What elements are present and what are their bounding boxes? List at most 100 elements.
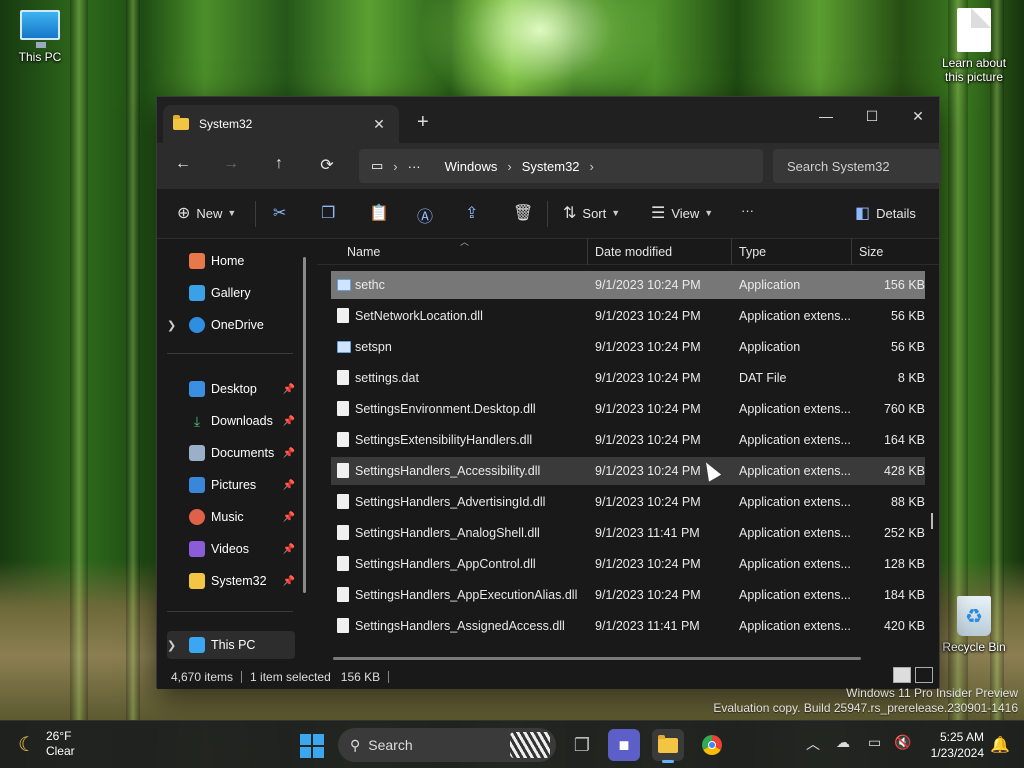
file-row[interactable]: SetNetworkLocation.dll 9/1/2023 10:24 PM A… [331,302,925,330]
sidebar-scrollbar[interactable] [303,257,306,593]
chevron-right-icon[interactable]: ❯ [167,319,183,332]
back-button[interactable]: ← [171,155,195,173]
breadcrumb[interactable]: ▭ › ··· Windows › System32 › [359,149,763,183]
sidebar-item-music[interactable]: Music 📌 [167,503,295,531]
search-highlight-image [510,732,550,758]
column-divider[interactable] [587,239,588,265]
sidebar-item-this-pc[interactable]: ❯ This PC [167,631,295,659]
file-row[interactable]: SettingsHandlers_AppControl.dll 9/1/2023 … [331,550,925,578]
file-row[interactable]: SettingsExtensibilityHandlers.dll 9/1/202… [331,426,925,454]
network-icon[interactable]: ▭ [868,734,881,751]
forward-button[interactable]: → [219,155,243,173]
up-button[interactable]: ↑ [267,155,291,173]
sidebar-divider [167,611,293,612]
breadcrumb-system32[interactable]: System32 [522,159,580,174]
view-button[interactable]: ☰ View ▼ [651,203,713,223]
sidebar-item-downloads[interactable]: ⤓ Downloads 📌 [167,407,295,435]
file-size: 420 KB [883,619,925,633]
volume-muted-icon[interactable]: 🔇 [894,734,911,751]
desktop-icon-learn-picture[interactable]: Learn about this picture [934,8,1014,84]
tab-close-icon[interactable]: ✕ [369,116,389,133]
chevron-down-icon: ▼ [611,208,621,218]
new-tab-button[interactable]: + [417,111,429,134]
file-row[interactable]: SettingsHandlers_AppExecutionAlias.dll 9/… [331,581,925,609]
maximize-button[interactable]: ☐ [849,101,895,131]
teams-icon[interactable]: ■ [608,729,640,761]
dll-file-icon [337,556,349,571]
chevron-right-icon: › [393,158,398,174]
file-explorer-taskbar-icon[interactable] [652,729,684,763]
sidebar-item-system32[interactable]: System32 📌 [167,567,295,595]
file-row[interactable]: settings.dat 9/1/2023 10:24 PM DAT File 8 K… [331,364,925,392]
sidebar-item-gallery[interactable]: Gallery [167,279,295,307]
sidebar-item-pictures[interactable]: Pictures 📌 [167,471,295,499]
refresh-button[interactable]: ⟳ [315,155,339,175]
file-row[interactable]: SettingsHandlers_AssignedAccess.dll 9/1/2… [331,612,925,640]
search-input[interactable]: Search System32 [773,149,941,183]
file-row[interactable]: sethc 9/1/2023 10:24 PM Application 156 KB [331,271,925,299]
taskbar-search[interactable]: ⚲ Search [338,728,556,762]
this-pc-icon [189,637,205,653]
details-view-button[interactable] [893,667,911,683]
show-hidden-icons-chevron-up-icon[interactable]: ︿ [806,734,820,754]
chevron-right-icon: › [507,158,512,174]
new-button[interactable]: ⊕ New ▼ [177,203,236,223]
start-button[interactable] [300,734,324,758]
computer-icon[interactable]: ▭ [371,158,383,174]
file-type: Application extens... [739,495,851,509]
clock[interactable]: 5:25 AM 1/23/2024 [931,729,984,761]
column-type[interactable]: Type [739,245,766,259]
copy-button[interactable]: ❐ [321,203,341,223]
file-row[interactable]: SettingsHandlers_Accessibility.dll 9/1/20… [331,457,925,485]
horizontal-scrollbar[interactable] [333,657,861,660]
column-name[interactable]: Name [347,245,380,259]
rename-button[interactable]: Ⓐ [417,203,439,227]
cloud-offline-icon[interactable]: ☁ [836,734,850,751]
file-date: 9/1/2023 10:24 PM [595,278,701,292]
sidebar-item-home[interactable]: Home [167,247,295,275]
column-divider[interactable] [851,239,852,265]
sidebar-item-videos[interactable]: Videos 📌 [167,535,295,563]
sidebar-item-documents[interactable]: Documents 📌 [167,439,295,467]
sort-button[interactable]: ⇅ Sort ▼ [563,203,620,223]
weather-widget[interactable]: ☾ 26°F Clear [18,729,75,759]
delete-button[interactable]: 🗑 [513,203,539,223]
minimize-button[interactable]: — [803,101,849,131]
notification-bell-icon[interactable]: 🔔 [990,735,1010,755]
file-row[interactable]: SettingsEnvironment.Desktop.dll 9/1/2023 … [331,395,925,423]
close-button[interactable]: ✕ [895,101,941,131]
details-button[interactable]: ◧ Details [855,203,916,223]
tab-system32[interactable]: System32 ✕ [163,105,399,143]
tiles-view-button[interactable] [915,667,933,683]
sidebar-item-label: Pictures [211,478,257,492]
rename-icon: Ⓐ [417,209,434,226]
cut-button[interactable]: ✂ [273,203,292,223]
breadcrumb-windows[interactable]: Windows [445,159,498,174]
vertical-scrollbar[interactable] [931,513,933,529]
file-row[interactable]: setspn 9/1/2023 10:24 PM Application 56 KB [331,333,925,361]
sidebar-item-onedrive[interactable]: ❯ OneDrive [167,311,295,339]
weather-temp: 26°F [45,729,72,743]
column-divider[interactable] [731,239,732,265]
dll-file-icon [337,308,349,323]
share-button[interactable]: ⇪ [465,203,484,223]
chrome-icon[interactable] [696,729,728,761]
file-date: 9/1/2023 10:24 PM [595,371,701,385]
column-size[interactable]: Size [859,245,883,259]
paste-button[interactable]: 📋 [369,203,395,223]
breadcrumb-more[interactable]: ··· [408,159,421,174]
watermark-line-2: Evaluation copy. Build 25947.rs_prerelea… [713,701,1018,715]
chevron-right-icon[interactable]: ❯ [167,639,183,652]
file-date: 9/1/2023 10:24 PM [595,340,701,354]
task-view-icon[interactable]: ❐ [566,729,598,761]
sidebar-item-desktop[interactable]: Desktop 📌 [167,375,295,403]
paste-icon: 📋 [369,205,389,222]
more-button[interactable]: ··· [741,203,754,218]
desktop-icon-this-pc[interactable]: This PC [0,10,80,64]
file-row[interactable]: SettingsHandlers_AdvertisingId.dll 9/1/20… [331,488,925,516]
desktop-icon-recycle-bin[interactable]: ♻ Recycle Bin [934,596,1014,654]
file-row[interactable]: SettingsHandlers_AnalogShell.dll 9/1/2023… [331,519,925,547]
column-date[interactable]: Date modified [595,245,672,259]
view-label: View [671,205,700,221]
sidebar-item-label: OneDrive [211,318,264,332]
